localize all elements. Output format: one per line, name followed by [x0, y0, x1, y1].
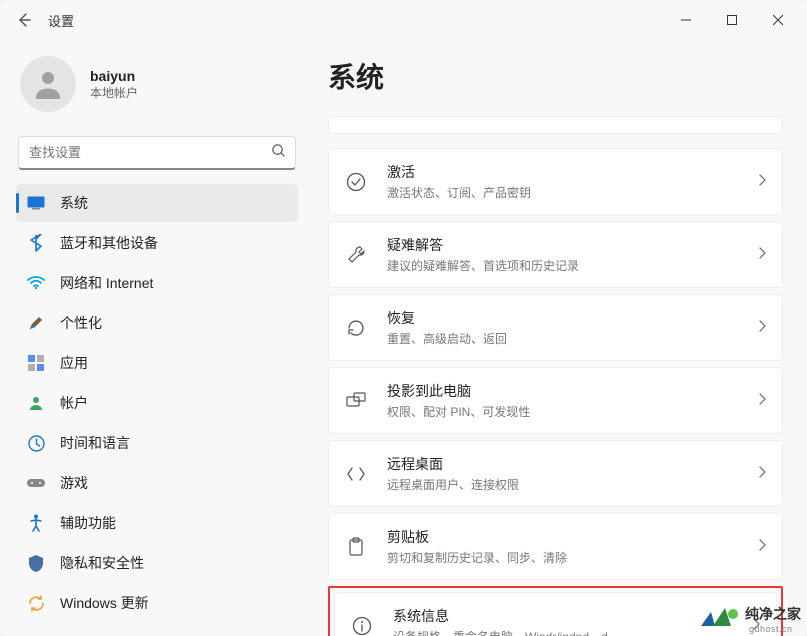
- info-icon: [351, 615, 373, 636]
- clock-globe-icon: [26, 433, 46, 453]
- check-circle-icon: [345, 171, 367, 193]
- card-clipboard[interactable]: 剪贴板剪切和复制历史记录、同步、清除: [328, 513, 783, 580]
- chevron-right-icon: [752, 617, 760, 635]
- close-button[interactable]: [755, 2, 801, 38]
- nav-bluetooth[interactable]: 蓝牙和其他设备: [16, 224, 298, 262]
- maximize-button[interactable]: [709, 2, 755, 38]
- nav-label: 网络和 Internet: [60, 273, 153, 293]
- card-about[interactable]: 系统信息设备规格、重命名电脑、Windr/indnd…d: [334, 592, 777, 636]
- card-activation[interactable]: 激活激活状态、订阅、产品密钥: [328, 148, 783, 215]
- nav-windows-update[interactable]: Windows 更新: [16, 584, 298, 622]
- minimize-icon: [681, 15, 691, 25]
- nav-label: 时间和语言: [60, 433, 130, 453]
- card-title: 剪贴板: [387, 527, 750, 547]
- card-recovery[interactable]: 恢复重置、高级启动、返回: [328, 294, 783, 361]
- nav-label: 系统: [60, 193, 88, 213]
- nav-label: 蓝牙和其他设备: [60, 233, 158, 253]
- profile-name: baiyun: [90, 68, 138, 84]
- nav-label: 帐户: [60, 393, 88, 413]
- chevron-right-icon: [758, 246, 766, 264]
- profile[interactable]: baiyun 本地帐户: [16, 48, 298, 130]
- card-title: 系统信息: [393, 606, 744, 626]
- remote-icon: [345, 463, 367, 485]
- card-sub: 远程桌面用户、连接权限: [387, 476, 750, 493]
- search-input[interactable]: [18, 136, 296, 170]
- nav-label: 游戏: [60, 473, 88, 493]
- chevron-right-icon: [758, 173, 766, 191]
- wrench-icon: [345, 244, 367, 266]
- card-sub: 权限、配对 PIN、可发现性: [387, 403, 750, 420]
- card-sliver[interactable]: [328, 116, 783, 134]
- card-title: 激活: [387, 162, 750, 182]
- main-panel: 系统 激活激活状态、订阅、产品密钥 疑难解答建议的疑难解答、首选项和历史记录 恢…: [310, 40, 807, 636]
- nav-personalization[interactable]: 个性化: [16, 304, 298, 342]
- card-title: 投影到此电脑: [387, 381, 750, 401]
- card-project[interactable]: 投影到此电脑权限、配对 PIN、可发现性: [328, 367, 783, 434]
- card-title: 疑难解答: [387, 235, 750, 255]
- clipboard-icon: [345, 536, 367, 558]
- gamepad-icon: [26, 473, 46, 493]
- recovery-icon: [345, 317, 367, 339]
- nav-label: 个性化: [60, 313, 102, 333]
- accessibility-icon: [26, 513, 46, 533]
- card-troubleshoot[interactable]: 疑难解答建议的疑难解答、首选项和历史记录: [328, 221, 783, 288]
- person-icon: [30, 66, 66, 102]
- card-title: 恢复: [387, 308, 750, 328]
- back-button[interactable]: [6, 2, 42, 38]
- titlebar: 设置: [0, 0, 807, 40]
- card-sub: 激活状态、订阅、产品密钥: [387, 184, 750, 201]
- card-sub: 重置、高级启动、返回: [387, 330, 750, 347]
- nav-network[interactable]: 网络和 Internet: [16, 264, 298, 302]
- card-sub: 建议的疑难解答、首选项和历史记录: [387, 257, 750, 274]
- chevron-right-icon: [758, 538, 766, 556]
- nav-accessibility[interactable]: 辅助功能: [16, 504, 298, 542]
- apps-icon: [26, 353, 46, 373]
- card-remote-desktop[interactable]: 远程桌面远程桌面用户、连接权限: [328, 440, 783, 507]
- brush-icon: [26, 313, 46, 333]
- highlight-box: 系统信息设备规格、重命名电脑、Windr/indnd…d: [328, 586, 783, 636]
- nav-gaming[interactable]: 游戏: [16, 464, 298, 502]
- profile-sub: 本地帐户: [90, 84, 138, 101]
- page-title: 系统: [328, 56, 783, 96]
- avatar: [20, 56, 76, 112]
- arrow-left-icon: [16, 12, 32, 28]
- update-icon: [26, 593, 46, 613]
- maximize-icon: [727, 15, 737, 25]
- nav-accounts[interactable]: 帐户: [16, 384, 298, 422]
- close-icon: [773, 15, 783, 25]
- minimize-button[interactable]: [663, 2, 709, 38]
- card-sub: 剪切和复制历史记录、同步、清除: [387, 549, 750, 566]
- project-icon: [345, 390, 367, 412]
- card-title: 远程桌面: [387, 454, 750, 474]
- nav-label: 隐私和安全性: [60, 553, 144, 573]
- chevron-right-icon: [758, 465, 766, 483]
- nav-label: 辅助功能: [60, 513, 116, 533]
- search-icon: [271, 143, 286, 163]
- nav-apps[interactable]: 应用: [16, 344, 298, 382]
- account-icon: [26, 393, 46, 413]
- nav-system[interactable]: 系统: [16, 184, 298, 222]
- chevron-right-icon: [758, 392, 766, 410]
- display-icon: [26, 193, 46, 213]
- app-title: 设置: [48, 11, 74, 30]
- chevron-right-icon: [758, 319, 766, 337]
- card-sub: 设备规格、重命名电脑、Windr/indnd…d: [393, 628, 744, 636]
- shield-icon: [26, 553, 46, 573]
- wifi-icon: [26, 273, 46, 293]
- search-wrap: [18, 136, 296, 170]
- nav: 系统 蓝牙和其他设备 网络和 Internet 个性化 应用: [16, 184, 298, 622]
- bluetooth-icon: [26, 233, 46, 253]
- nav-label: 应用: [60, 353, 88, 373]
- nav-time-language[interactable]: 时间和语言: [16, 424, 298, 462]
- sidebar: baiyun 本地帐户 系统 蓝牙和其他设备: [0, 40, 310, 636]
- nav-label: Windows 更新: [60, 593, 149, 613]
- nav-privacy[interactable]: 隐私和安全性: [16, 544, 298, 582]
